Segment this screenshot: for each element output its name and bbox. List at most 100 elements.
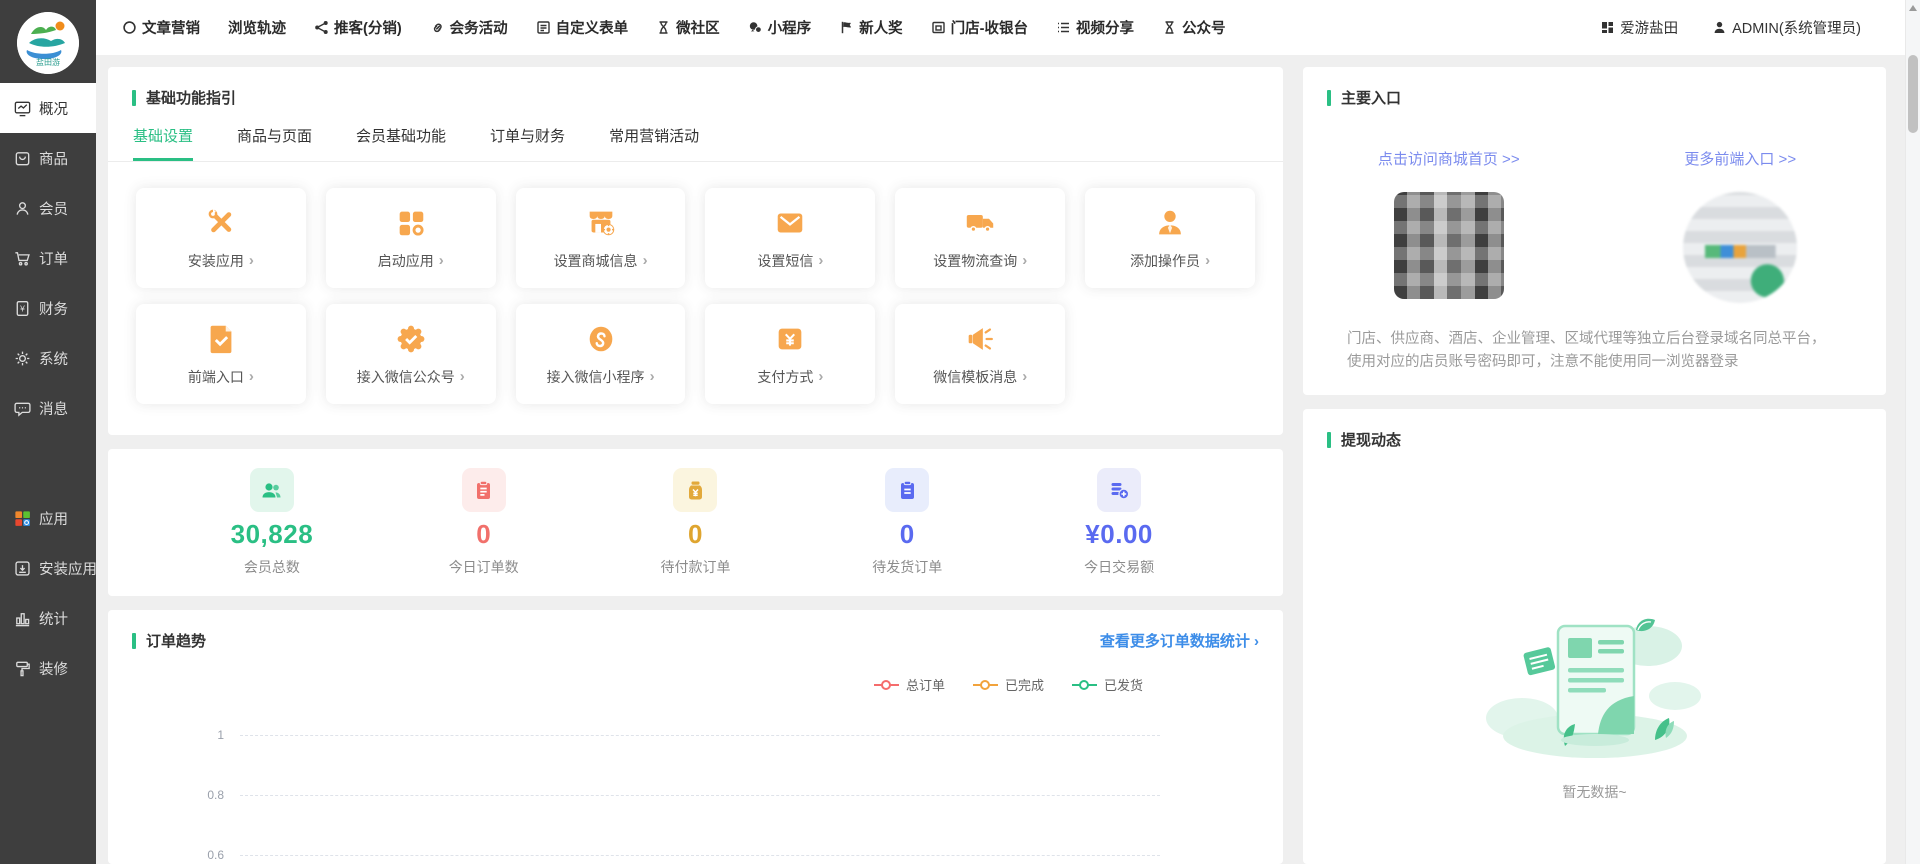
- nav-item-newcomer-award[interactable]: 新人奖: [839, 17, 903, 38]
- guide-tile-logistics[interactable]: 设置物流查询›: [895, 188, 1065, 288]
- front-entry-qr-code[interactable]: [1683, 192, 1797, 303]
- visit-mall-home-link[interactable]: 点击访问商城首页 >>: [1378, 148, 1520, 169]
- sidebar-item-orders[interactable]: 订单: [0, 233, 96, 283]
- page-scrollbar[interactable]: [1905, 0, 1920, 864]
- tab-basic-settings[interactable]: 基础设置: [133, 125, 193, 161]
- chart-gridline: 0.6: [240, 855, 1160, 856]
- nav-item-miniprogram[interactable]: 小程序: [748, 17, 812, 38]
- sidebar-item-finance[interactable]: ¥ 财务: [0, 283, 96, 333]
- guide-tile-wechat-official[interactable]: 接入微信公众号›: [326, 304, 496, 404]
- sidebar-item-install-apps[interactable]: 安装应用: [0, 543, 96, 593]
- guide-tile-launch-app[interactable]: 启动应用›: [326, 188, 496, 288]
- chevron-right-icon: ›: [249, 253, 254, 268]
- user-menu[interactable]: ADMIN(系统管理员): [1712, 17, 1861, 38]
- title-accent-bar: [1327, 432, 1331, 448]
- sidebar-item-overview[interactable]: 概况: [0, 83, 96, 133]
- tab-marketing[interactable]: 常用营销活动: [609, 125, 699, 161]
- nav-item-distribution[interactable]: 推客(分销): [314, 17, 402, 38]
- guide-tile-sms[interactable]: 设置短信 ›: [705, 188, 875, 288]
- truck-icon: [963, 206, 997, 240]
- sidebar-item-goods[interactable]: 商品: [0, 133, 96, 183]
- guide-tile-add-operator[interactable]: 添加操作员›: [1085, 188, 1255, 288]
- trend-title-text: 订单趋势: [146, 630, 206, 651]
- tile-label: 接入微信小程序: [547, 367, 645, 387]
- guide-card: 基础功能指引 基础设置 商品与页面 会员基础功能 订单与财务 常用营销活动 安装…: [108, 67, 1283, 435]
- title-accent-bar: [132, 633, 136, 649]
- legend-marker-icon: [973, 684, 998, 686]
- sidebar-item-system[interactable]: 系统: [0, 333, 96, 383]
- legend-item-total-orders[interactable]: 总订单: [874, 675, 945, 694]
- sidebar-item-decorate[interactable]: 装修: [0, 643, 96, 693]
- guide-card-title: 基础功能指引: [108, 67, 1283, 108]
- tile-label: 支付方式: [757, 367, 813, 387]
- nav-item-browse-track[interactable]: 浏览轨迹: [228, 17, 286, 38]
- sidebar-item-apps[interactable]: 应用: [0, 493, 96, 543]
- payment-icon: [773, 322, 807, 356]
- nav-item-store-pos[interactable]: 门店-收银台: [931, 17, 1028, 38]
- legend-item-completed[interactable]: 已完成: [973, 675, 1044, 694]
- tile-label: 设置商城信息: [554, 251, 638, 271]
- site-switcher[interactable]: 爱游盐田: [1600, 17, 1678, 38]
- sidebar-item-members[interactable]: 会员: [0, 183, 96, 233]
- nav-item-label: 小程序: [768, 17, 812, 38]
- empty-state-illustration: [1470, 568, 1720, 768]
- clipboard-red-icon: [462, 468, 506, 512]
- mall-home-qr-code[interactable]: [1394, 192, 1504, 299]
- stat-total-members: 30,828 会员总数: [166, 468, 378, 577]
- stat-unpaid-orders: 0 待付款订单: [590, 468, 802, 577]
- storefront-icon: [931, 20, 946, 35]
- stat-today-volume: ¥0.00 今日交易额: [1013, 468, 1225, 577]
- nav-item-community[interactable]: 微社区: [656, 17, 720, 38]
- grid-icon: [1600, 20, 1615, 35]
- withdraw-activity-card: 提现动态: [1303, 409, 1886, 864]
- system-gear-icon: [13, 349, 32, 368]
- order-trend-card: 订单趋势 查看更多订单数据统计 › 总订单 已完成 已发货 1 0: [108, 610, 1283, 864]
- stat-unshipped-orders: 0 待发货订单: [801, 468, 1013, 577]
- guide-tile-install-app[interactable]: 安装应用›: [136, 188, 306, 288]
- more-order-stats-link[interactable]: 查看更多订单数据统计 ›: [1100, 630, 1259, 651]
- guide-tile-mall-info[interactable]: 设置商城信息›: [516, 188, 686, 288]
- stats-card: 30,828 会员总数 0 今日订单数 0 待付款订单: [108, 449, 1283, 596]
- member-icon: [13, 199, 32, 218]
- guide-tile-front-entry[interactable]: 前端入口›: [136, 304, 306, 404]
- scrollbar-thumb[interactable]: [1908, 55, 1918, 133]
- title-accent-bar: [1327, 90, 1331, 106]
- tile-label: 设置短信: [757, 251, 813, 271]
- guide-tile-wechat-miniprogram[interactable]: 接入微信小程序›: [516, 304, 686, 404]
- flag-icon: [839, 20, 854, 35]
- empty-state-text: 暂无数据~: [1303, 782, 1886, 802]
- sidebar-item-label: 商品: [39, 148, 68, 169]
- legend-item-shipped[interactable]: 已发货: [1072, 675, 1143, 694]
- nav-item-official-account[interactable]: 公众号: [1162, 17, 1226, 38]
- legend-marker-icon: [1072, 684, 1097, 686]
- sidebar-item-label: 财务: [39, 298, 68, 319]
- sidebar-menu: 概况 商品 会员 订单 ¥ 财务: [0, 83, 96, 693]
- chevron-right-icon: ›: [818, 253, 823, 268]
- y-axis-tick: 0.8: [184, 788, 224, 802]
- nav-item-article-marketing[interactable]: 文章营销: [122, 17, 200, 38]
- nav-item-custom-form[interactable]: 自定义表单: [536, 17, 629, 38]
- nav-item-video-share[interactable]: 视频分享: [1056, 17, 1134, 38]
- site-logo[interactable]: 盐田游: [17, 12, 79, 74]
- guide-tile-payment[interactable]: 支付方式›: [705, 304, 875, 404]
- chevron-right-icon: ›: [1205, 253, 1210, 268]
- tab-orders-finance[interactable]: 订单与财务: [490, 125, 565, 161]
- entry-title-text: 主要入口: [1341, 87, 1401, 108]
- sidebar-item-statistics[interactable]: 统计: [0, 593, 96, 643]
- money-jar-icon: [673, 468, 717, 512]
- sidebar-item-messages[interactable]: 消息: [0, 383, 96, 433]
- nav-item-conference[interactable]: 会务活动: [430, 17, 508, 38]
- install-app-icon: [13, 559, 32, 578]
- scroll-up-arrow-icon[interactable]: [1909, 5, 1917, 11]
- topbar: 文章营销 浏览轨迹 推客(分销) 会务活动 自定义表单 微社区 小程序: [96, 0, 1905, 55]
- tab-member-basics[interactable]: 会员基础功能: [356, 125, 446, 161]
- tile-label: 启动应用: [378, 251, 434, 271]
- more-front-entries-link[interactable]: 更多前端入口 >>: [1684, 148, 1796, 169]
- chart-gridline: 1: [240, 735, 1160, 736]
- tools-icon: [204, 206, 238, 240]
- nav-item-label: 新人奖: [859, 17, 903, 38]
- guide-tile-template-message[interactable]: 微信模板消息›: [895, 304, 1065, 404]
- tab-goods-pages[interactable]: 商品与页面: [237, 125, 312, 161]
- apps-colored-icon: [13, 509, 32, 528]
- sidebar-item-label: 消息: [39, 398, 68, 419]
